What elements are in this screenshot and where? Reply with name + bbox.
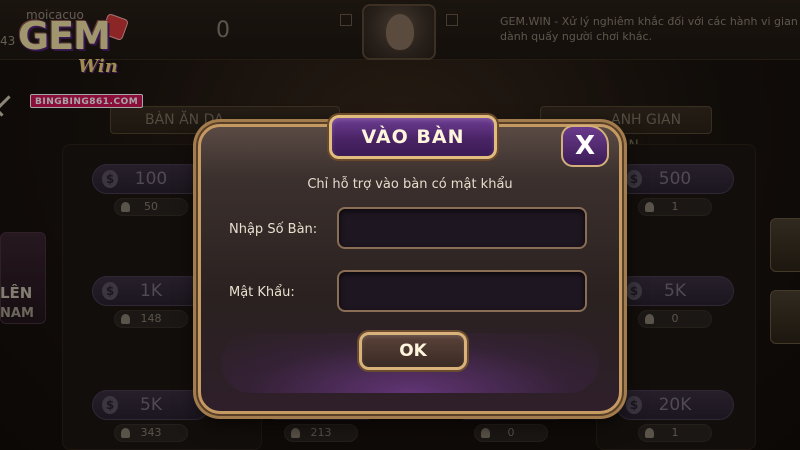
- close-button[interactable]: X: [561, 125, 609, 167]
- dialog-title: VÀO BÀN: [329, 115, 497, 159]
- join-table-dialog: VÀO BÀN X Chỉ hỗ trợ vào bàn có mật khẩu…: [198, 115, 622, 414]
- table-number-label: Nhập Số Bàn:: [229, 222, 318, 237]
- password-label: Mật Khẩu:: [229, 285, 295, 300]
- dialog-hint: Chỉ hỗ trợ vào bàn có mật khẩu: [307, 177, 513, 192]
- table-number-input[interactable]: [337, 207, 587, 249]
- password-input[interactable]: [337, 270, 587, 312]
- ok-button[interactable]: OK: [359, 332, 467, 370]
